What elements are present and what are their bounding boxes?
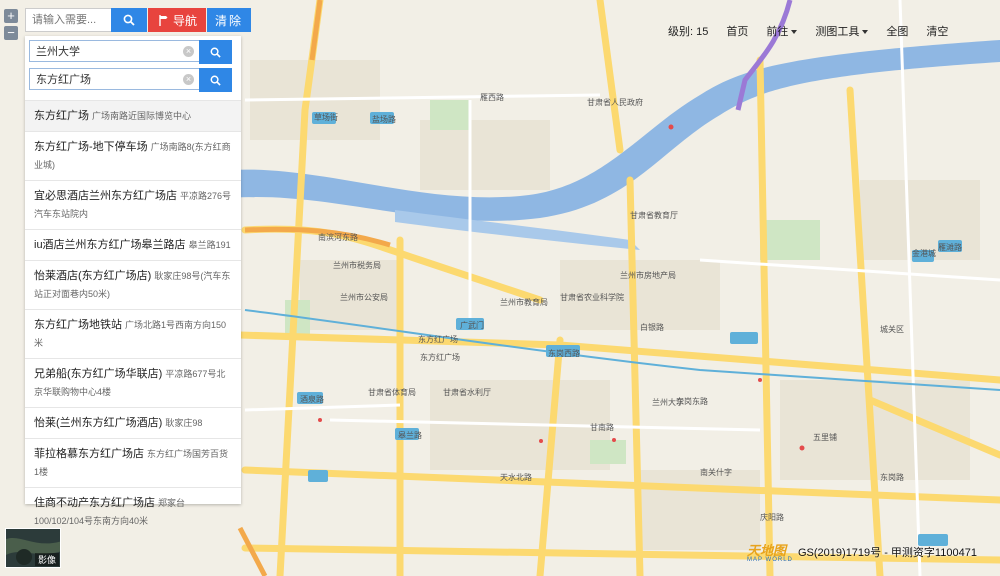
result-name: iu酒店兰州东方红广场皋兰路店	[34, 239, 186, 251]
route-panel: 兰州大学 × 东方红广场 × 东方红广场 广场南路近国际博览中心 东方红广场-地下…	[25, 36, 241, 526]
toolbar-clear[interactable]: 清空	[917, 23, 957, 39]
search-icon	[123, 14, 135, 26]
map-place-label: 东岗西路	[548, 348, 580, 358]
map-place-label: 东方红广场	[420, 352, 460, 362]
search-icon	[210, 47, 221, 58]
toolbar-goto-dropdown[interactable]: 前往	[757, 23, 806, 39]
result-item[interactable]: 东方红广场 广场南路近国际博览中心	[25, 100, 241, 131]
result-name: 东方红广场-地下停车场	[34, 141, 148, 153]
search-input[interactable]	[25, 8, 111, 32]
search-results-list: 东方红广场 广场南路近国际博览中心 东方红广场-地下停车场 广场南路8(东方红商业城…	[25, 100, 241, 536]
route-start-row: 兰州大学 ×	[29, 40, 237, 64]
copyright-text: GS(2019)1719号 - 甲测资字1100471	[798, 547, 977, 559]
clear-label: 清除	[214, 13, 243, 28]
result-name: 宜必思酒店兰州东方红广场店	[34, 190, 177, 202]
satellite-layer-toggle[interactable]: 影像	[5, 528, 61, 568]
map-place-label: 甘肃省农业科学院	[560, 292, 624, 302]
toolbar-measure-label: 测图工具	[815, 26, 860, 38]
toolbar-measure-dropdown[interactable]: 测图工具	[806, 23, 877, 39]
map-toolbar: 级别: 15 首页 前往 测图工具 全图 清空	[664, 20, 957, 42]
result-item[interactable]: 怡莱酒店(东方红广场店) 耿家庄98号(汽车东站正对面巷内50米)	[25, 260, 241, 309]
map-place-label: 皋兰路	[398, 430, 422, 440]
map-place-label: 东方红广场	[418, 334, 458, 344]
zoom-in-button[interactable]: +	[4, 9, 18, 23]
route-end-row: 东方红广场 ×	[29, 68, 237, 92]
map-place-label: 兰州市公安局	[340, 292, 388, 302]
zoom-out-button[interactable]: −	[4, 26, 18, 40]
zoom-level-readout: 级别: 15	[668, 26, 709, 38]
result-address: 皋兰路191	[188, 240, 231, 250]
map-place-label: 酒泉路	[300, 394, 324, 404]
map-place-label: 东岗东路	[676, 396, 708, 406]
map-place-label: 南滨河东路	[318, 232, 358, 242]
route-start-value: 兰州大学	[36, 46, 80, 58]
clear-end-icon[interactable]: ×	[183, 74, 194, 85]
navigate-button[interactable]: 导航	[148, 8, 206, 32]
map-place-label: 雁滩路	[938, 242, 962, 252]
map-place-label: 东岗路	[880, 472, 904, 482]
toolbar-home[interactable]: 首页	[717, 23, 757, 39]
map-place-label: 草场街	[314, 112, 338, 122]
logo-sub-text: MAP WORLD	[747, 557, 793, 563]
result-item[interactable]: iu酒店兰州东方红广场皋兰路店 皋兰路191	[25, 229, 241, 260]
route-end-search-button[interactable]	[199, 68, 232, 92]
map-place-label: 雁西路	[480, 92, 504, 102]
map-place-label: 甘肃省水利厅	[443, 387, 491, 397]
result-item[interactable]: 菲拉格慕东方红广场店 东方红广场国芳百货1楼	[25, 438, 241, 487]
search-button[interactable]	[111, 8, 147, 32]
result-item[interactable]: 兄弟船(东方红广场华联店) 平凉路677号北京华联购物中心4楼	[25, 358, 241, 407]
toolbar-goto-label: 前往	[766, 26, 789, 38]
map-place-label: 甘肃省教育厅	[630, 210, 678, 220]
route-end-value: 东方红广场	[36, 74, 91, 86]
result-name: 怡莱(兰州东方红广场酒店)	[34, 417, 163, 429]
map-place-label: 甘南路	[590, 422, 614, 432]
clear-button[interactable]: 清除	[207, 8, 251, 32]
satellite-label: 影像	[34, 553, 59, 566]
result-address: 耿家庄98	[165, 418, 203, 428]
map-place-label: 金港城	[912, 248, 936, 258]
chevron-down-icon	[791, 30, 798, 35]
route-end-field[interactable]: 东方红广场 ×	[29, 68, 199, 90]
result-name: 兄弟船(东方红广场华联店)	[34, 368, 163, 380]
navigate-label: 导航	[172, 13, 197, 28]
search-icon	[210, 75, 221, 86]
map-place-label: 五里铺	[813, 432, 837, 442]
map-place-label: 甘肃省体育局	[368, 387, 416, 397]
map-place-label: 甘肃省人民政府	[587, 97, 643, 107]
result-item[interactable]: 怡莱(兰州东方红广场酒店) 耿家庄98	[25, 407, 241, 438]
result-item[interactable]: 东方红广场-地下停车场 广场南路8(东方红商业城)	[25, 131, 241, 180]
map-place-label: 城关区	[880, 324, 904, 334]
map-place-label: 南关什字	[700, 467, 732, 477]
result-address: 广场南路近国际博览中心	[92, 111, 192, 121]
signpost-icon	[159, 15, 168, 26]
clear-start-icon[interactable]: ×	[183, 46, 194, 57]
result-name: 怡莱酒店(东方红广场店)	[34, 270, 152, 282]
map-place-label: 庆阳路	[760, 512, 784, 522]
toolbar-fullmap[interactable]: 全图	[877, 23, 917, 39]
result-name: 住商不动产东方红广场店	[34, 497, 155, 509]
result-item[interactable]: 东方红广场地铁站 广场北路1号西南方向150米	[25, 309, 241, 358]
search-bar: 导航 清除	[25, 8, 251, 32]
map-place-label: 兰州市税务局	[333, 260, 381, 270]
result-name: 东方红广场	[34, 110, 89, 122]
tianditu-logo: 天地图 MAP WORLD	[747, 540, 797, 566]
result-item[interactable]: 宜必思酒店兰州东方红广场店 平凉路276号汽车东站院内	[25, 180, 241, 229]
chevron-down-icon	[862, 30, 869, 35]
map-place-label: 白银路	[640, 322, 664, 332]
map-place-label: 盐场路	[372, 114, 396, 124]
result-name: 东方红广场地铁站	[34, 319, 122, 331]
route-start-search-button[interactable]	[199, 40, 232, 64]
map-place-label: 兰州市房地产局	[620, 270, 676, 280]
result-name: 菲拉格慕东方红广场店	[34, 448, 144, 460]
route-start-field[interactable]: 兰州大学 ×	[29, 40, 199, 62]
map-place-label: 兰州市教育局	[500, 297, 548, 307]
map-place-label: 广武门	[460, 320, 484, 330]
map-place-label: 天水北路	[500, 472, 532, 482]
